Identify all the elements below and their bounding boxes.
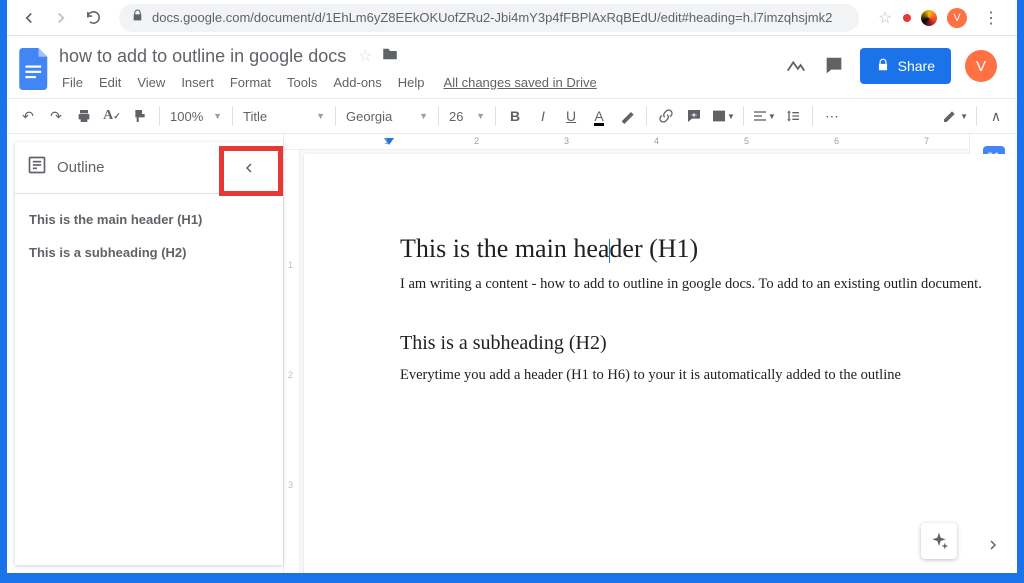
- paragraph[interactable]: I am writing a content - how to add to o…: [400, 274, 1017, 296]
- url-text: docs.google.com/document/d/1EhLm6yZ8EEkO…: [152, 10, 832, 25]
- spellcheck-button[interactable]: A✓: [99, 103, 125, 129]
- outline-icon: [27, 155, 47, 180]
- font-size-select[interactable]: 26▼: [445, 109, 489, 124]
- lock-icon: [876, 58, 890, 75]
- menu-file[interactable]: File: [55, 73, 90, 92]
- bold-button[interactable]: B: [502, 103, 528, 129]
- menu-format[interactable]: Format: [223, 73, 278, 92]
- forward-button[interactable]: [47, 4, 75, 32]
- extension-icon[interactable]: [903, 14, 911, 22]
- lock-icon: [131, 9, 144, 27]
- horizontal-ruler[interactable]: 1 2 3 4 5 6 7: [284, 134, 969, 150]
- menu-help[interactable]: Help: [391, 73, 432, 92]
- style-select[interactable]: Title▼: [239, 109, 329, 124]
- menu-insert[interactable]: Insert: [174, 73, 221, 92]
- line-spacing-button[interactable]: [780, 103, 806, 129]
- redo-button[interactable]: ↷: [43, 103, 69, 129]
- highlight-button[interactable]: [614, 103, 640, 129]
- editing-mode-button[interactable]: ▼: [940, 103, 970, 129]
- comment-button[interactable]: [681, 103, 707, 129]
- browser-toolbar: docs.google.com/document/d/1EhLm6yZ8EEkO…: [7, 0, 1017, 36]
- paragraph[interactable]: Everytime you add a header (H1 to H6) to…: [400, 365, 1017, 387]
- comment-icon[interactable]: [822, 54, 846, 78]
- share-button[interactable]: Share: [860, 48, 951, 84]
- explore-button[interactable]: [921, 523, 957, 559]
- align-button[interactable]: ▼: [750, 103, 778, 129]
- star-icon[interactable]: ☆: [358, 46, 372, 66]
- bookmark-star-icon[interactable]: ☆: [871, 4, 899, 32]
- app-header: how to add to outline in google docs ☆ F…: [7, 36, 1017, 98]
- document-page[interactable]: This is the main header (H1) I am writin…: [304, 154, 1017, 573]
- vertical-ruler[interactable]: 1 2 3: [284, 150, 300, 573]
- chrome-menu-icon[interactable]: ⋮: [977, 4, 1005, 32]
- outline-item[interactable]: This is a subheading (H2): [29, 245, 269, 260]
- activity-icon[interactable]: [784, 54, 808, 78]
- menu-edit[interactable]: Edit: [92, 73, 128, 92]
- account-avatar[interactable]: V: [965, 50, 997, 82]
- show-side-panel-button[interactable]: [979, 531, 1007, 559]
- link-button[interactable]: [653, 103, 679, 129]
- docs-logo-icon[interactable]: [15, 42, 55, 96]
- move-folder-icon[interactable]: [381, 45, 399, 68]
- collapse-outline-button[interactable]: [227, 150, 271, 186]
- address-bar[interactable]: docs.google.com/document/d/1EhLm6yZ8EEkO…: [119, 4, 859, 32]
- heading-2[interactable]: This is a subheading (H2): [400, 332, 1017, 355]
- zoom-select[interactable]: 100%▼: [166, 109, 226, 124]
- menu-tools[interactable]: Tools: [280, 73, 324, 92]
- font-select[interactable]: Georgia▼: [342, 109, 432, 124]
- text-color-button[interactable]: A: [586, 103, 612, 129]
- extensions-area: V ⋮: [903, 4, 1009, 32]
- menu-view[interactable]: View: [130, 73, 172, 92]
- reload-button[interactable]: [79, 4, 107, 32]
- undo-button[interactable]: ↶: [15, 103, 41, 129]
- more-button[interactable]: ⋯: [819, 103, 845, 129]
- share-label: Share: [898, 58, 935, 74]
- outline-panel: Outline This is the main header (H1) Thi…: [15, 142, 283, 565]
- print-button[interactable]: [71, 103, 97, 129]
- back-button[interactable]: [15, 4, 43, 32]
- menu-bar: File Edit View Insert Format Tools Add-o…: [55, 70, 784, 94]
- outline-title: Outline: [57, 159, 217, 176]
- italic-button[interactable]: I: [530, 103, 556, 129]
- document-area: 1 2 3 4 5 6 7 1 2 3 This is the main hea…: [283, 134, 969, 573]
- image-button[interactable]: ▼: [709, 103, 737, 129]
- hide-menus-button[interactable]: ∧: [983, 103, 1009, 129]
- profile-avatar[interactable]: V: [947, 8, 967, 28]
- menu-addons[interactable]: Add-ons: [326, 73, 388, 92]
- document-title[interactable]: how to add to outline in google docs: [55, 46, 350, 67]
- underline-button[interactable]: U: [558, 103, 584, 129]
- paint-format-button[interactable]: [127, 103, 153, 129]
- save-status[interactable]: All changes saved in Drive: [444, 75, 597, 90]
- extension-icon[interactable]: [921, 10, 937, 26]
- heading-1[interactable]: This is the main header (H1): [400, 234, 1017, 264]
- outline-item[interactable]: This is the main header (H1): [29, 212, 269, 227]
- format-toolbar: ↶ ↷ A✓ 100%▼ Title▼ Georgia▼ 26▼ B I U A…: [7, 98, 1017, 134]
